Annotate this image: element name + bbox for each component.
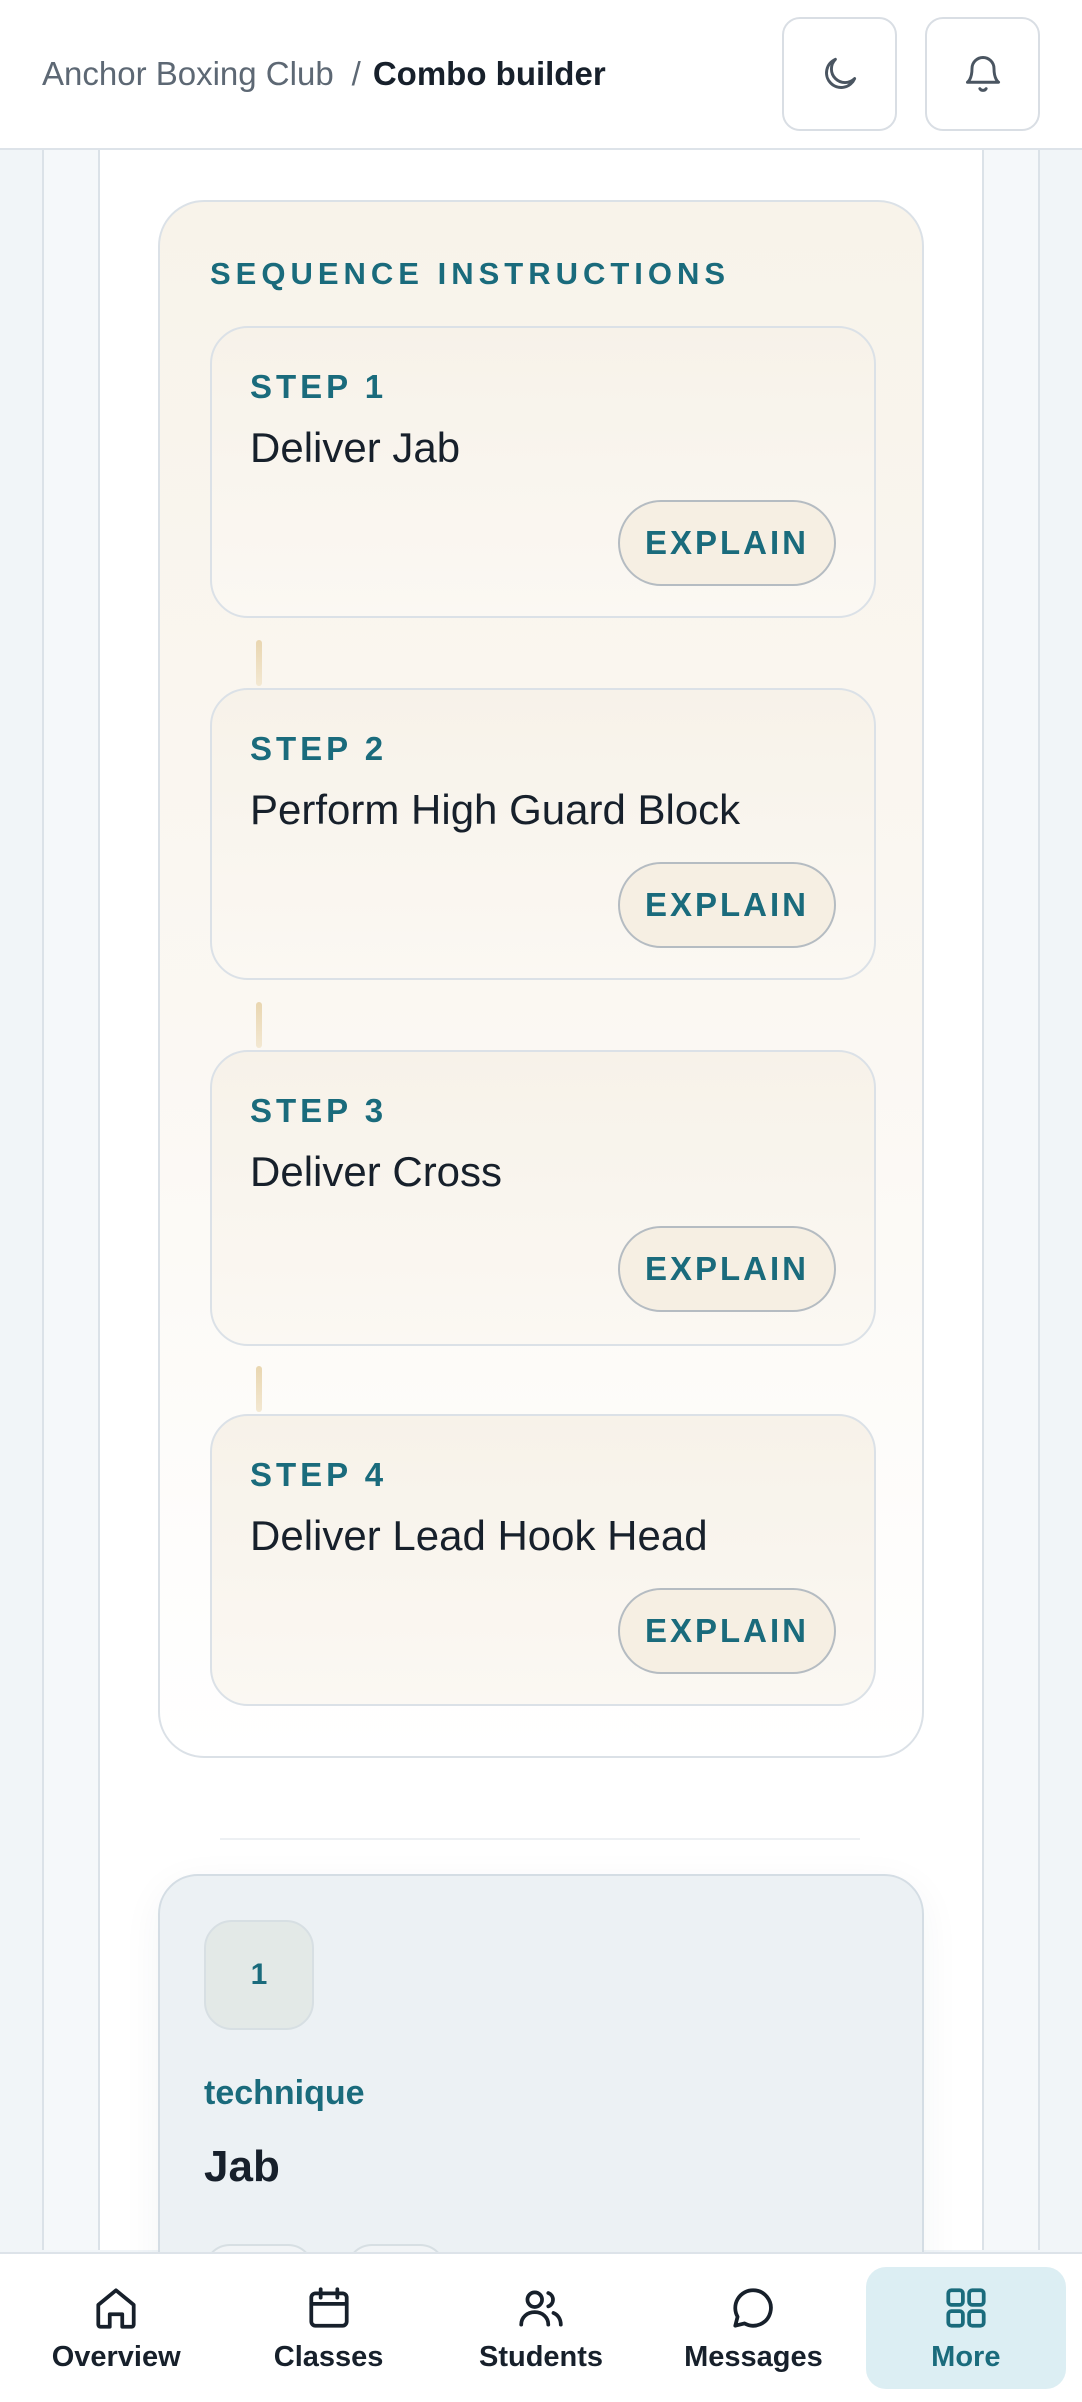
nav-item-classes[interactable]: Classes (228, 2267, 428, 2389)
breadcrumb: Anchor Boxing Club / Combo builder (42, 55, 754, 93)
step-name: Deliver Cross (250, 1148, 503, 1195)
step-name: Deliver Lead Hook Head (250, 1512, 708, 1559)
calendar-icon (309, 2286, 349, 2328)
top-bar: Anchor Boxing Club / Combo builder (0, 0, 1082, 150)
step-name: Perform High Guard Block (250, 786, 741, 833)
bottom-navigation: Overview Classes Students Messages More (0, 2252, 1082, 2402)
nav-item-students[interactable]: Students (441, 2267, 641, 2389)
page-title: Combo builder (372, 55, 606, 92)
sequence-title: SEQUENCE INSTRUCTIONS (210, 256, 731, 291)
step-card-3: STEP 3 Deliver Cross EXPLAIN (210, 1050, 876, 1346)
nav-label: Students (478, 2340, 604, 2373)
moon-icon (824, 57, 856, 89)
step-label: STEP 4 (250, 1456, 388, 1493)
step-card-4: STEP 4 Deliver Lead Hook Head EXPLAIN (210, 1414, 876, 1706)
bell-icon (965, 56, 1000, 92)
nav-item-overview[interactable]: Overview (16, 2267, 216, 2389)
step-connector (256, 1366, 262, 1412)
technique-kind-label: technique (204, 2074, 365, 2112)
explain-step-3-button[interactable]: EXPLAIN (618, 1226, 836, 1312)
nav-label: Overview (51, 2340, 181, 2373)
step-label: STEP 3 (250, 1092, 388, 1129)
step-connector (256, 640, 262, 686)
step-card-2: STEP 2 Perform High Guard Block EXPLAIN (210, 688, 876, 980)
theme-toggle-button[interactable] (782, 17, 897, 131)
users-icon (519, 2290, 563, 2327)
breadcrumb-separator: / (351, 55, 361, 92)
technique-name: Jab (204, 2142, 280, 2191)
breadcrumb-parent-link[interactable]: Anchor Boxing Club (42, 55, 334, 93)
step-connector (256, 1002, 262, 1048)
nav-item-messages[interactable]: Messages (653, 2267, 853, 2389)
nav-label: Classes (273, 2340, 384, 2373)
step-card-1: STEP 1 Deliver Jab EXPLAIN (210, 326, 876, 618)
section-divider (220, 1838, 860, 1840)
grid-icon (946, 2287, 986, 2328)
explain-step-4-button[interactable]: EXPLAIN (618, 1588, 836, 1674)
step-name: Deliver Jab (250, 424, 461, 471)
explain-step-1-button[interactable]: EXPLAIN (618, 500, 836, 586)
home-icon (96, 2287, 136, 2329)
sequence-instructions-panel: SEQUENCE INSTRUCTIONS STEP 1 Deliver Jab… (158, 200, 924, 1758)
nav-label: More (931, 2340, 1001, 2373)
chat-icon (733, 2287, 774, 2328)
step-label: STEP 2 (250, 730, 388, 767)
step-label: STEP 1 (250, 368, 388, 405)
nav-label: Messages (684, 2340, 823, 2373)
explain-step-2-button[interactable]: EXPLAIN (618, 862, 836, 948)
notifications-button[interactable] (925, 17, 1040, 131)
nav-item-more[interactable]: More (865, 2267, 1067, 2389)
technique-number-badge: 1 (204, 1920, 314, 2030)
